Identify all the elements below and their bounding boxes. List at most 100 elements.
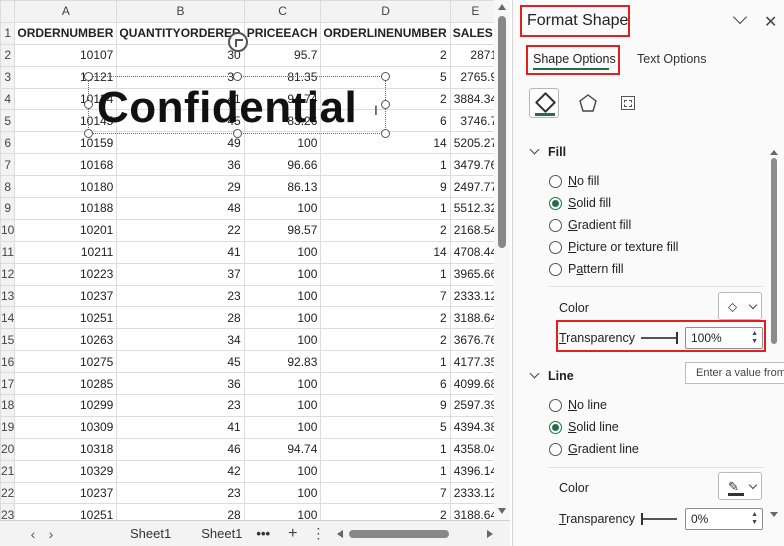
cell[interactable]: SALES: [449, 21, 494, 45]
cell[interactable]: 10309: [14, 415, 118, 439]
row-header[interactable]: 1: [0, 21, 16, 45]
row-header[interactable]: 4: [0, 87, 16, 111]
cell[interactable]: 100: [243, 328, 322, 352]
line-option-1[interactable]: Solid line: [549, 420, 619, 434]
row-header[interactable]: 16: [0, 350, 16, 374]
fill-and-line-icon[interactable]: [529, 88, 559, 118]
fill-transparency-value[interactable]: 100%: [691, 331, 722, 345]
line-option-0[interactable]: No line: [549, 398, 607, 412]
resize-handle-top-left[interactable]: [84, 72, 93, 81]
cell[interactable]: 10329: [14, 459, 118, 483]
sheet-tab-1[interactable]: Sheet1: [124, 526, 177, 541]
cell[interactable]: 92.83: [243, 350, 322, 374]
cell[interactable]: 100: [243, 197, 322, 220]
fill-option-1[interactable]: Solid fill: [549, 196, 611, 210]
cell[interactable]: 100: [243, 394, 322, 417]
resize-handle-top[interactable]: [233, 72, 242, 81]
cell[interactable]: 23: [116, 394, 245, 417]
cell[interactable]: 4358.04: [449, 437, 494, 461]
cell[interactable]: 10285: [14, 372, 118, 396]
cell[interactable]: 3884.34: [449, 87, 494, 111]
cell[interactable]: 3479.76: [449, 153, 494, 177]
next-sheet-icon[interactable]: ›: [42, 526, 60, 542]
line-collapse-chevron-icon[interactable]: [529, 368, 540, 379]
line-section-header[interactable]: Line: [529, 368, 574, 383]
scroll-right-arrow-icon[interactable]: [487, 529, 494, 538]
resize-handle-bottom[interactable]: [233, 129, 242, 138]
cell[interactable]: 10275: [14, 350, 118, 374]
row-header[interactable]: 5: [0, 109, 16, 133]
radio-button[interactable]: [549, 442, 562, 456]
cell[interactable]: 100: [243, 459, 322, 483]
radio-button[interactable]: [549, 420, 562, 434]
cell[interactable]: 23: [116, 481, 245, 505]
cell[interactable]: ORDERNUMBER: [14, 21, 118, 45]
row-header[interactable]: 15: [0, 328, 16, 352]
cell[interactable]: 10168: [14, 153, 118, 177]
line-color-picker-button[interactable]: ✎: [718, 472, 762, 500]
horizontal-scrollbar[interactable]: [337, 527, 497, 541]
cell[interactable]: 5205.27: [449, 131, 494, 155]
spinner-arrows-icon[interactable]: ▲ ▼: [751, 511, 758, 527]
more-sheets-icon[interactable]: •••: [250, 526, 276, 541]
cell[interactable]: 3188.64: [449, 503, 494, 520]
cell[interactable]: 36: [116, 372, 245, 396]
cell[interactable]: 7: [320, 481, 451, 505]
scroll-left-arrow-icon[interactable]: [337, 529, 344, 538]
radio-button[interactable]: [549, 196, 562, 210]
row-header[interactable]: 22: [0, 481, 16, 505]
row-header[interactable]: 19: [0, 415, 16, 439]
column-header-c[interactable]: C: [243, 0, 322, 23]
cell[interactable]: 2765.9: [449, 65, 494, 89]
cell[interactable]: 10180: [14, 175, 118, 199]
cell[interactable]: 36: [116, 153, 245, 177]
column-header-a[interactable]: A: [14, 0, 118, 23]
radio-button[interactable]: [549, 218, 562, 232]
add-sheet-button[interactable]: +: [288, 525, 297, 543]
radio-button[interactable]: [549, 174, 562, 188]
row-header[interactable]: 23: [0, 503, 16, 520]
vertical-scrollbar[interactable]: [494, 0, 510, 520]
column-header-e[interactable]: E: [449, 0, 494, 23]
confidential-textbox-shape[interactable]: Confidential: [84, 72, 390, 138]
cell[interactable]: 34: [116, 328, 245, 352]
cell[interactable]: 1: [320, 350, 451, 374]
cell[interactable]: 10211: [14, 240, 118, 264]
cell[interactable]: 10318: [14, 437, 118, 461]
cell[interactable]: 100: [243, 284, 322, 308]
fill-collapse-chevron-icon[interactable]: [529, 144, 540, 155]
slider-knob[interactable]: [641, 513, 643, 525]
cell[interactable]: 100: [243, 240, 322, 264]
cell[interactable]: 9: [320, 394, 451, 417]
radio-button[interactable]: [549, 398, 562, 412]
row-header[interactable]: 17: [0, 372, 16, 396]
cell[interactable]: 2: [320, 306, 451, 330]
fill-option-4[interactable]: Pattern fill: [549, 262, 624, 276]
close-icon[interactable]: ✕: [764, 12, 777, 32]
cell[interactable]: 2: [320, 503, 451, 520]
cell[interactable]: 10201: [14, 218, 118, 242]
row-header[interactable]: 2: [0, 43, 16, 67]
fill-transparency-slider[interactable]: [641, 331, 679, 345]
cell[interactable]: 98.57: [243, 218, 322, 242]
cell[interactable]: 5: [320, 415, 451, 439]
resize-handle-right[interactable]: [381, 100, 390, 109]
cell[interactable]: 2333.12: [449, 481, 494, 505]
cell[interactable]: 3965.66: [449, 262, 494, 286]
worksheet[interactable]: ABCDEFG 1ORDERNUMBERQUANTITYORDEREDPRICE…: [0, 0, 494, 520]
cell[interactable]: 10299: [14, 394, 118, 417]
select-all-corner[interactable]: [0, 0, 16, 23]
fill-option-0[interactable]: No fill: [549, 174, 599, 188]
cell[interactable]: 28: [116, 503, 245, 520]
cell[interactable]: 2: [320, 328, 451, 352]
cell[interactable]: 10251: [14, 306, 118, 330]
pane-scroll-up-icon[interactable]: [770, 150, 778, 155]
row-header[interactable]: 13: [0, 284, 16, 308]
fill-transparency-spinner[interactable]: 100% ▲ ▼: [685, 327, 763, 349]
cell[interactable]: 14: [320, 240, 451, 264]
cell[interactable]: 10188: [14, 197, 118, 220]
cell[interactable]: 3676.76: [449, 328, 494, 352]
scroll-down-arrow-icon[interactable]: [498, 508, 506, 514]
cell[interactable]: 10223: [14, 262, 118, 286]
row-header[interactable]: 14: [0, 306, 16, 330]
